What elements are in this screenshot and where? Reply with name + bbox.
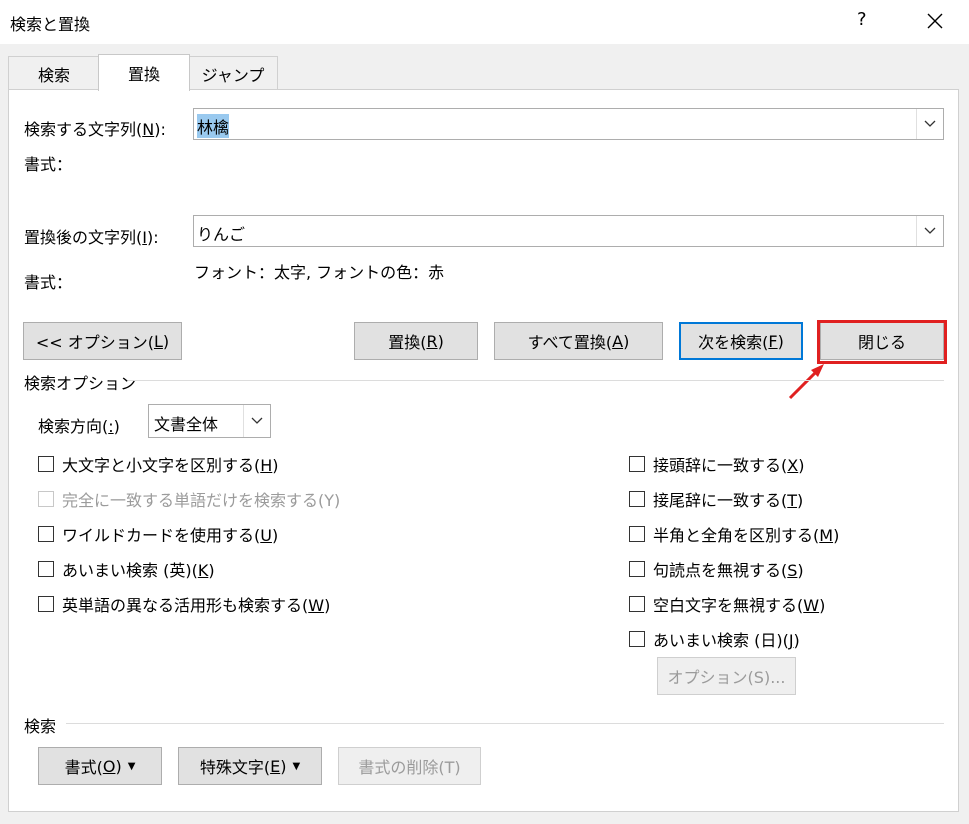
checkbox[interactable] xyxy=(38,596,54,612)
chevron-down-icon[interactable] xyxy=(916,216,943,246)
checkbox[interactable] xyxy=(629,526,645,542)
check-whitespace[interactable]: 空白文字を無視する(W) xyxy=(629,592,825,616)
check-prefix[interactable]: 接頭辞に一致する(X) xyxy=(629,452,804,476)
find-input[interactable]: 林檎 xyxy=(193,108,944,140)
special-button[interactable]: 特殊文字(E) ▼ xyxy=(178,747,322,785)
options-toggle-button[interactable]: << オプション(L) xyxy=(23,322,182,360)
checkbox[interactable] xyxy=(38,456,54,472)
tab-replace[interactable]: 置換 xyxy=(98,54,190,91)
tab-find[interactable]: 検索 xyxy=(8,56,100,91)
checkbox[interactable] xyxy=(629,561,645,577)
replace-input[interactable]: りんご xyxy=(193,215,944,247)
find-label: 検索する文字列(N): xyxy=(24,120,166,139)
checkbox[interactable] xyxy=(38,526,54,542)
direction-select[interactable]: 文書全体 xyxy=(148,404,271,438)
check-suffix[interactable]: 接尾辞に一致する(T) xyxy=(629,487,803,511)
checkbox[interactable] xyxy=(629,631,645,647)
clear-format-button: 書式の削除(T) xyxy=(338,747,481,785)
caret-down-icon: ▼ xyxy=(127,760,136,772)
checkbox[interactable] xyxy=(629,456,645,472)
find-format-label: 書式： xyxy=(24,155,73,174)
replace-format-value: フォント：太字, フォントの色：赤 xyxy=(194,263,445,282)
checkbox[interactable] xyxy=(629,596,645,612)
check-fuzzy-en[interactable]: あいまい検索 (英)(K) xyxy=(38,557,215,581)
tab-goto[interactable]: ジャンプ xyxy=(188,56,278,91)
check-wildcards[interactable]: ワイルドカードを使用する(U) xyxy=(38,522,278,546)
check-word-forms[interactable]: 英単語の異なる活用形も検索する(W) xyxy=(38,592,330,616)
find-value: 林檎 xyxy=(197,114,230,138)
check-fuzzy-ja[interactable]: あいまい検索 (日)(J) xyxy=(629,627,800,651)
highlight-box xyxy=(817,320,947,364)
checkbox xyxy=(38,491,54,507)
help-button[interactable]: ? xyxy=(857,9,867,30)
window-title: 検索と置換 xyxy=(10,15,91,34)
chevron-down-icon[interactable] xyxy=(243,405,270,437)
check-match-case[interactable]: 大文字と小文字を区別する(H) xyxy=(38,452,279,476)
check-whole-word: 完全に一致する単語だけを検索する(Y) xyxy=(38,487,340,511)
fuzzy-options-button: オプション(S)... xyxy=(657,657,796,695)
find-next-button[interactable]: 次を検索(F) xyxy=(679,322,803,360)
replace-button[interactable]: 置換(R) xyxy=(354,322,478,360)
divider xyxy=(66,723,944,724)
close-icon[interactable] xyxy=(925,7,945,35)
replace-panel xyxy=(8,89,959,812)
check-width[interactable]: 半角と全角を区別する(M) xyxy=(629,522,839,546)
checkbox[interactable] xyxy=(38,561,54,577)
caret-down-icon: ▼ xyxy=(292,760,301,772)
red-arrow-annotation xyxy=(786,360,828,406)
replace-all-button[interactable]: すべて置換(A) xyxy=(494,322,663,360)
replace-value: りんご xyxy=(197,225,246,244)
chevron-down-icon[interactable] xyxy=(916,109,943,139)
checkbox[interactable] xyxy=(629,491,645,507)
replace-format-label: 書式： xyxy=(24,273,73,292)
format-button[interactable]: 書式(O) ▼ xyxy=(38,747,162,785)
direction-label: 検索方向(:) xyxy=(38,417,120,436)
search-section-heading: 検索 xyxy=(24,717,57,736)
title-bar xyxy=(0,0,969,44)
search-options-heading: 検索オプション xyxy=(24,374,137,393)
divider xyxy=(128,380,944,381)
check-punctuation[interactable]: 句読点を無視する(S) xyxy=(629,557,804,581)
replace-label: 置換後の文字列(I): xyxy=(24,228,159,247)
